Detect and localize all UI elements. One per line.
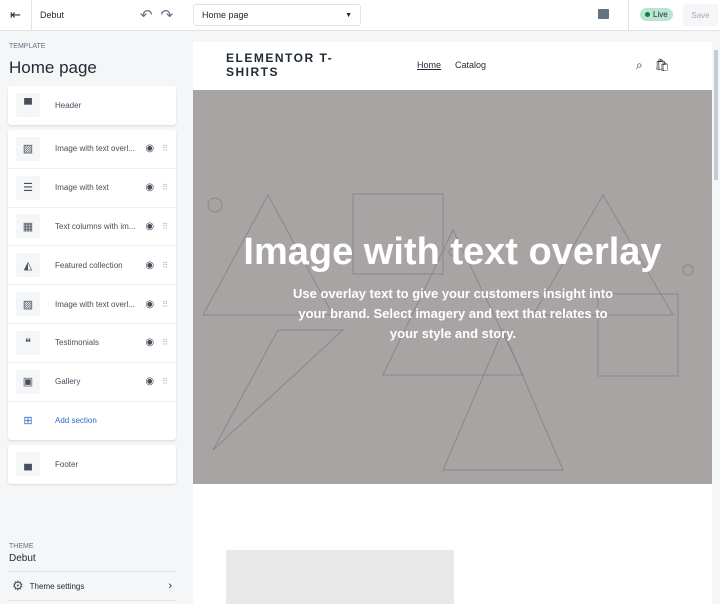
eye-icon[interactable]: ◉ [145, 260, 154, 271]
header-icon: ▀ [16, 93, 40, 118]
add-section-label: Add section [55, 416, 97, 426]
chevron-down-icon: ▼ [345, 11, 352, 19]
image-text-icon: ☰ [16, 175, 40, 200]
quote-icon: ❝ [16, 330, 40, 355]
eye-icon[interactable]: ◉ [145, 299, 154, 310]
gear-icon: ⚙ [12, 578, 24, 593]
theme-label: THEME [9, 543, 34, 550]
hero-text: Use overlay text to give your customers … [292, 286, 614, 341]
store-nav: Home Catalog [417, 60, 486, 70]
section-header[interactable]: ▀ Header [8, 86, 176, 125]
eye-icon[interactable]: ◉ [145, 376, 154, 387]
eye-icon[interactable]: ◉ [145, 143, 154, 154]
section-label: Gallery [55, 377, 81, 387]
sections-card: ▨ Image with text overl... ◉ ⠿ ☰ Image with … [8, 130, 176, 441]
page-select-value: Home page [202, 10, 249, 20]
section-label: Image with text overl... [55, 299, 136, 309]
page-select[interactable]: Home page ▼ [193, 4, 361, 26]
store-logo[interactable]: ELEMENTOR T-SHIRTS [226, 51, 346, 79]
live-badge: Live [640, 8, 673, 21]
section-label: Testimonials [55, 338, 100, 348]
divider [628, 0, 629, 31]
drag-handle-icon[interactable]: ⠿ [162, 300, 168, 309]
header-icons: ⌕ 🛍 [636, 58, 670, 73]
section-label: Image with text [55, 183, 109, 193]
live-dot-icon [645, 12, 650, 17]
text-columns-icon: ▦ [16, 214, 40, 239]
add-icon: ⊞ [23, 415, 33, 428]
eye-icon[interactable]: ◉ [145, 221, 154, 232]
drag-handle-icon[interactable]: ⠿ [162, 183, 168, 192]
theme-name-sidebar: Debut [9, 553, 36, 564]
hero-banner: Image with text overlay Use overlay text… [193, 90, 712, 484]
eye-icon[interactable]: ◉ [145, 337, 154, 348]
drag-handle-icon[interactable]: ⠿ [162, 144, 168, 153]
section-item[interactable]: ▣ Gallery ◉ ⠿ [8, 363, 176, 402]
section-label: Text columns with im... [55, 221, 136, 231]
header-card: ▀ Header [8, 86, 176, 125]
exit-icon: ⇤ [10, 7, 21, 22]
cart-icon[interactable]: 🛍 [655, 58, 670, 73]
section-label: Image with text overl... [55, 144, 136, 154]
section-footer[interactable]: ▄ Footer [8, 445, 176, 484]
sidebar: TEMPLATE Home page ▀ Header ▨ Image with t… [0, 31, 187, 604]
section-item[interactable]: ❝ Testimonials ◉ ⠿ [8, 324, 176, 363]
store-preview: ELEMENTOR T-SHIRTS Home Catalog ⌕ 🛍 Image… [193, 42, 712, 604]
save-button[interactable]: Save [683, 4, 718, 26]
eye-icon[interactable]: ◉ [145, 182, 154, 193]
image-overlay-icon: ▨ [16, 292, 40, 317]
exit-button[interactable]: ⇤ [0, 0, 32, 31]
section-label: Featured collection [55, 260, 123, 270]
nav-catalog[interactable]: Catalog [455, 60, 486, 70]
live-label: Live [653, 10, 668, 19]
theme-name: Debut [40, 10, 65, 20]
template-label: TEMPLATE [9, 43, 46, 50]
tag-icon: ◭ [16, 253, 40, 278]
footer-icon: ▄ [16, 452, 40, 477]
theme-settings-label: Theme settings [29, 581, 85, 591]
section-item[interactable]: ☰ Image with text ◉ ⠿ [8, 169, 176, 208]
add-section-button[interactable]: ⊞ Add section [8, 402, 176, 441]
drag-handle-icon[interactable]: ⠿ [162, 338, 168, 347]
section-label: Header [55, 100, 82, 110]
undo-button[interactable]: ↶ [140, 6, 153, 24]
image-overlay-icon: ▨ [16, 136, 40, 161]
image-placeholder [226, 550, 454, 604]
nav-home[interactable]: Home [417, 60, 441, 70]
search-icon[interactable]: ⌕ [636, 58, 643, 73]
section-item[interactable]: ▦ Text columns with im... ◉ ⠿ [8, 208, 176, 247]
section-item[interactable]: ▨ Image with text overl... ◉ ⠿ [8, 130, 176, 169]
scrollbar-thumb[interactable] [714, 50, 718, 180]
hero-title: Image with text overlay [243, 231, 662, 273]
theme-settings-button[interactable]: ⚙ Theme settings › [8, 571, 176, 601]
gallery-icon: ▣ [16, 369, 40, 394]
section-item[interactable]: ◭ Featured collection ◉ ⠿ [8, 246, 176, 286]
drag-handle-icon[interactable]: ⠿ [162, 377, 168, 386]
drag-handle-icon[interactable]: ⠿ [162, 261, 168, 270]
drag-handle-icon[interactable]: ⠿ [162, 222, 168, 231]
redo-button[interactable]: ↷ [161, 6, 174, 24]
top-bar: ⇤ Debut ↶ ↷ Home page ▼ Live Save [0, 0, 720, 31]
page-title: Home page [9, 58, 97, 77]
chevron-right-icon: › [168, 580, 172, 592]
footer-card: ▄ Footer [8, 445, 176, 484]
desktop-icon[interactable] [598, 9, 609, 19]
section-label: Footer [55, 459, 79, 469]
preview-scrollbar[interactable] [712, 42, 720, 604]
section-item[interactable]: ▨ Image with text overl... ◉ ⠿ [8, 285, 176, 324]
